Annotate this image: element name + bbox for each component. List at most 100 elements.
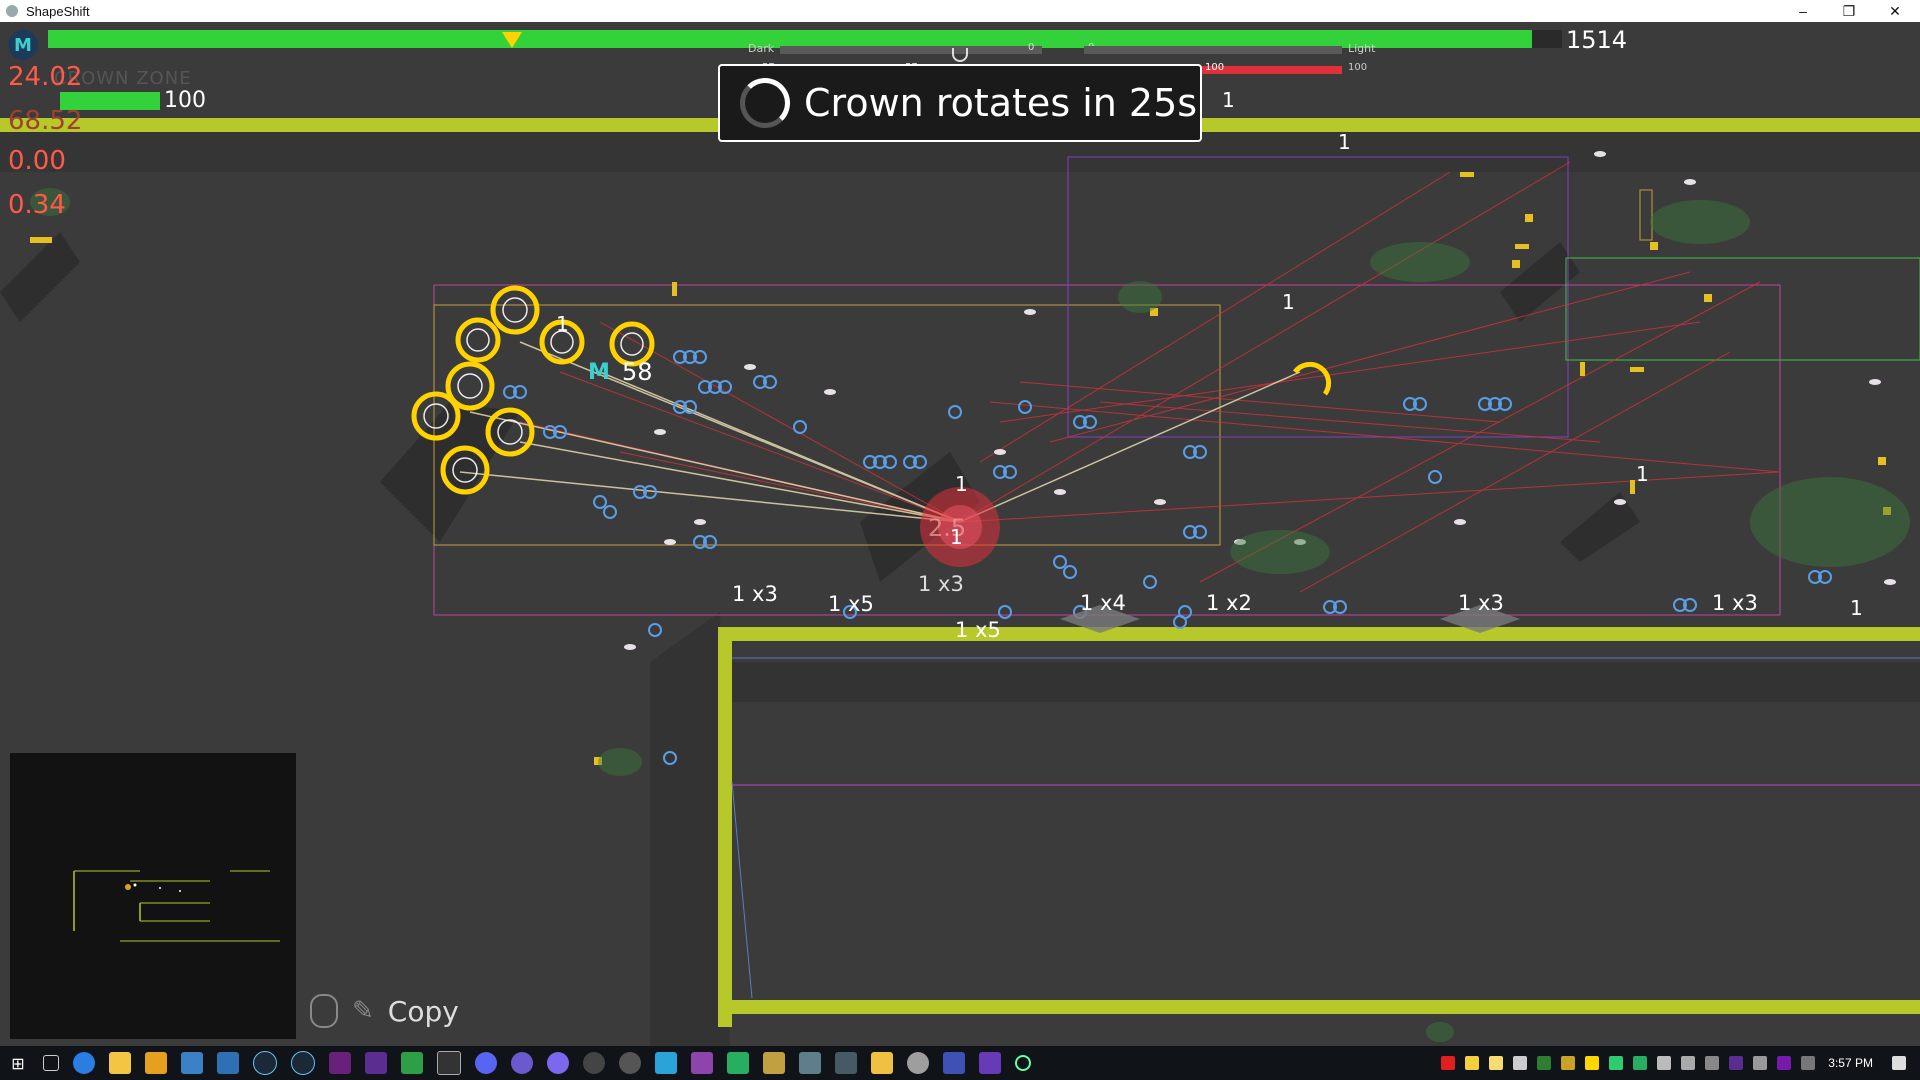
player-avatar: M: [8, 30, 38, 60]
tray-monitor-icon[interactable]: [1801, 1056, 1816, 1070]
app-icon[interactable]: [799, 1052, 821, 1074]
window-title: ShapeShift: [26, 3, 90, 19]
center-value-top: 1: [955, 472, 968, 496]
tray-speaker-icon[interactable]: [1753, 1056, 1768, 1070]
copy-tool-icon: ✎: [352, 996, 374, 1026]
room-dark-strip: [732, 662, 1920, 702]
room-wall-left: [718, 627, 732, 1027]
tray-h-icon[interactable]: [1633, 1056, 1648, 1070]
room-wall-bottom: [720, 1000, 1920, 1014]
value-label: 1: [1636, 462, 1649, 486]
tray-note-icon[interactable]: [1489, 1056, 1504, 1070]
tray-note-icon[interactable]: [1465, 1056, 1480, 1070]
discord-icon[interactable]: [475, 1052, 497, 1074]
visual-studio-icon[interactable]: [329, 1052, 351, 1074]
crown-side-value: 1: [1222, 88, 1235, 112]
minimap[interactable]: [10, 753, 296, 1039]
terminal-icon[interactable]: [437, 1051, 461, 1075]
windows-start-icon[interactable]: ⊞: [7, 1052, 29, 1074]
tray-graph-icon[interactable]: [1537, 1056, 1552, 1070]
tray-red-icon[interactable]: [1441, 1056, 1456, 1070]
light-label: Light: [1348, 42, 1376, 55]
app-icon[interactable]: [691, 1052, 713, 1074]
restore-icon: ❐: [1842, 2, 1856, 19]
app-icon: [6, 5, 18, 17]
game-viewport[interactable]: M 1514 CROWN ZONE 100 24.02 68.52 0.00 0…: [0, 22, 1920, 1046]
value-label: 1: [1338, 130, 1351, 154]
room-line: [731, 781, 753, 999]
minimize-button[interactable]: –: [1780, 0, 1826, 22]
notepad-icon[interactable]: [181, 1052, 203, 1074]
taskbar: ⊞ 3:57 PM: [0, 1046, 1920, 1080]
app-icon[interactable]: [943, 1052, 965, 1074]
multiplier-label: 1 x3: [732, 582, 778, 606]
task-view-icon[interactable]: [43, 1055, 59, 1071]
close-icon: ✕: [1889, 2, 1901, 19]
value-label: 1: [1850, 596, 1863, 620]
app-icon[interactable]: [1015, 1055, 1031, 1071]
steam-icon[interactable]: [253, 1051, 277, 1075]
multiplier-label: 1 x4: [1080, 591, 1126, 615]
tray-vs-icon[interactable]: [1729, 1056, 1744, 1070]
clock[interactable]: 3:57 PM: [1828, 1056, 1873, 1070]
room-wall-top: [720, 627, 1920, 641]
tray-h-icon[interactable]: [1609, 1056, 1624, 1070]
tray-drive-icon[interactable]: [1513, 1056, 1528, 1070]
steam-icon[interactable]: [291, 1051, 315, 1075]
editor-icon[interactable]: [217, 1052, 239, 1074]
multiplier-label: 1 x2: [1206, 591, 1252, 615]
app-icon[interactable]: [907, 1052, 929, 1074]
stat-0: 24.02: [8, 62, 83, 92]
app-icon[interactable]: [871, 1052, 893, 1074]
red-value-mid: 100: [1205, 62, 1225, 73]
multiplier-label: 1 x3: [918, 572, 964, 596]
notification-icon[interactable]: [1892, 1056, 1906, 1070]
h-app-icon[interactable]: [401, 1052, 423, 1074]
tray-chart-icon[interactable]: [1561, 1056, 1576, 1070]
player-marker: M: [588, 360, 610, 385]
debug-box: [1639, 189, 1653, 241]
app-icon[interactable]: [619, 1052, 641, 1074]
stat-1: 68.52: [8, 106, 83, 136]
file-explorer-icon[interactable]: [109, 1052, 131, 1074]
app-icon[interactable]: [511, 1052, 533, 1074]
multiplier-label: 1 x5: [828, 592, 874, 616]
multiplier-label: 1 x5: [955, 618, 1001, 642]
tray-onenote-icon[interactable]: [1777, 1056, 1792, 1070]
dark-value-zero: 0: [1028, 42, 1035, 53]
center-value-mid: 1: [950, 525, 963, 549]
loading-spinner-icon: [740, 78, 790, 128]
app-icon[interactable]: [979, 1052, 1001, 1074]
window-titlebar[interactable]: ShapeShift – ❐ ✕: [0, 0, 1920, 22]
close-button[interactable]: ✕: [1872, 0, 1918, 22]
app-icon[interactable]: [583, 1052, 605, 1074]
system-tray: 3:57 PM: [1436, 1046, 1920, 1080]
stat-2: 0.00: [8, 146, 66, 176]
app-icon[interactable]: [835, 1052, 857, 1074]
copy-tool[interactable]: ✎ Copy: [310, 994, 459, 1028]
tray-star-icon[interactable]: [1585, 1056, 1600, 1070]
shadow: [0, 232, 80, 322]
debug-box: [1565, 257, 1920, 361]
health-marker-icon: [502, 32, 522, 48]
light-bar: [1084, 46, 1342, 54]
tray-network-icon[interactable]: [1681, 1056, 1696, 1070]
restore-button[interactable]: ❐: [1826, 0, 1872, 22]
app-icon[interactable]: [547, 1052, 569, 1074]
folder-icon[interactable]: [145, 1052, 167, 1074]
shadow: [1560, 492, 1640, 562]
vs-icon[interactable]: [365, 1052, 387, 1074]
player-count: 58: [622, 358, 653, 386]
tray-shield-icon[interactable]: [1657, 1056, 1672, 1070]
app-icon[interactable]: [655, 1052, 677, 1074]
chrome-icon[interactable]: [73, 1052, 95, 1074]
crown-timer-box: Crown rotates in 25s: [718, 64, 1202, 142]
tray-battery-icon[interactable]: [1705, 1056, 1720, 1070]
player-beams: [459, 341, 1301, 523]
copy-label: Copy: [387, 994, 459, 1028]
app-icon[interactable]: [727, 1052, 749, 1074]
minimap-content: [73, 870, 280, 942]
red-value-right: 100: [1348, 62, 1368, 73]
app-icon[interactable]: [763, 1052, 785, 1074]
player-avatar-letter: M: [14, 34, 32, 56]
